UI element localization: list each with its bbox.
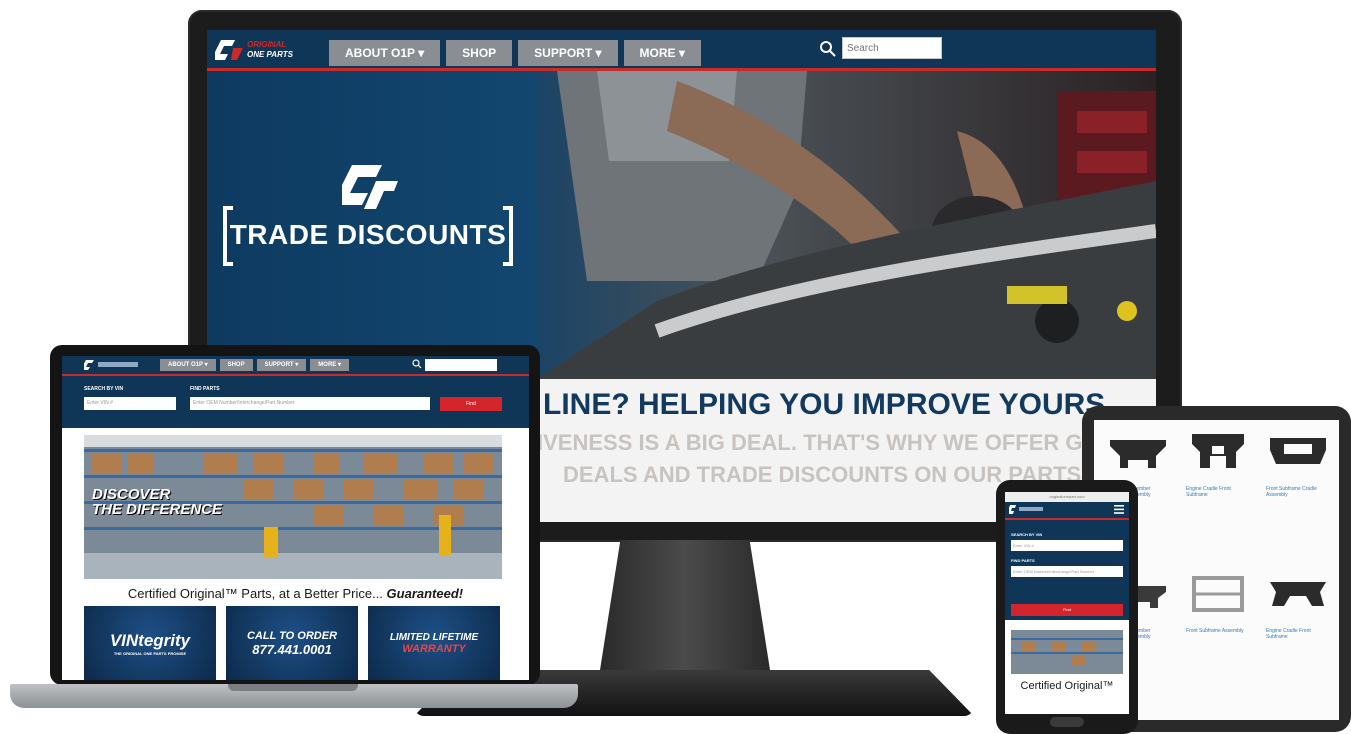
vin-input[interactable]: Enter VIN # <box>1011 540 1123 551</box>
product-link[interactable]: Engine Cradle Front Subframe <box>1266 628 1330 640</box>
discover-banner-text: DISCOVER THE DIFFERENCE <box>92 487 222 517</box>
vin-label: SEARCH BY VIN <box>1011 532 1043 537</box>
phone-home-button[interactable] <box>1050 717 1084 727</box>
hamburger-menu-icon[interactable] <box>1114 505 1124 514</box>
phone-screen: originalonepart.com SEARCH BY VIN Enter … <box>1005 492 1129 714</box>
brand-line2: ONE PARTS <box>247 50 294 59</box>
product-card[interactable]: Front Subframe Assembly <box>1180 566 1256 704</box>
product-link[interactable]: Front Subframe Assembly <box>1186 628 1250 634</box>
certified-emphasis: Guaranteed! <box>386 586 464 601</box>
find-button[interactable]: Find <box>1011 604 1123 616</box>
discover-line1: DISCOVER <box>92 486 171 503</box>
subframe-part-image <box>1192 576 1244 612</box>
monitor-navbar: ORIGINAL ONE PARTS ABOUT O1P ▾ SHOP SUPP… <box>207 30 1156 71</box>
laptop-screen: ABOUT O1P ▾ SHOP SUPPORT ▾ MORE ▾ SEARCH… <box>62 356 529 680</box>
menu-more[interactable]: MORE ▾ <box>623 40 701 66</box>
laptop-notch <box>228 684 358 691</box>
menu-more[interactable]: MORE ▾ <box>310 359 349 371</box>
warranty-sub: WARRANTY <box>402 642 466 655</box>
vintegrity-sub: THE ORIGINAL ONE PARTS PROMISE <box>113 650 187 656</box>
find-parts-input[interactable]: Enter OEM Number/Interchange/Part Number <box>1011 566 1123 577</box>
menu-about[interactable]: ABOUT O1P ▾ <box>329 40 441 66</box>
warranty-card[interactable]: LIMITED LIFETIME WARRANTY <box>368 606 500 680</box>
product-card[interactable]: Engine Cradle Front Subframe <box>1180 424 1256 562</box>
search-icon[interactable] <box>819 40 837 58</box>
phone-navbar <box>1005 502 1129 520</box>
certified-text: Certified Original™ Parts, at a Better P… <box>127 586 383 601</box>
warehouse-thumbnail-image <box>1011 630 1123 674</box>
menu-shop[interactable]: SHOP <box>219 359 253 371</box>
monitor-stand-neck <box>600 540 770 670</box>
subframe-part-image <box>1110 440 1166 468</box>
discover-line2: THE DIFFERENCE <box>92 501 223 518</box>
hero-title: TRADE DISCOUNTS <box>229 219 507 250</box>
find-button[interactable]: Find <box>440 397 502 411</box>
menu-support[interactable]: SUPPORT ▾ <box>518 40 618 66</box>
brand-line1: ORIGINAL <box>247 40 286 49</box>
menu-support[interactable]: SUPPORT ▾ <box>256 359 307 371</box>
product-card[interactable]: Front Subframe Cradle Assembly <box>1260 424 1336 562</box>
hero-banner: TRADE DISCOUNTS <box>207 71 1156 379</box>
vin-input[interactable]: Enter VIN # <box>84 397 176 410</box>
subframe-part-image <box>1192 434 1244 468</box>
laptop-search-input[interactable] <box>425 359 497 371</box>
phone-url-bar[interactable]: originalonepart.com <box>1005 492 1129 502</box>
subframe-part-image <box>1270 438 1326 464</box>
laptop-menu: ABOUT O1P ▾ SHOP SUPPORT ▾ MORE ▾ <box>160 359 349 371</box>
search-icon[interactable] <box>412 359 422 369</box>
find-parts-label: FIND PARTS <box>190 386 220 392</box>
call-to-order-card[interactable]: CALL TO ORDER 877.441.0001 <box>226 606 358 680</box>
find-parts-label: FIND PARTS <box>1011 558 1035 563</box>
o1p-logo-icon[interactable]: ORIGINAL ONE PARTS <box>215 36 325 62</box>
vintegrity-title: VINtegrity <box>109 630 191 650</box>
vin-label: SEARCH BY VIN <box>84 386 124 392</box>
vintegrity-card[interactable]: VINtegrity THE ORIGINAL ONE PARTS PROMIS… <box>84 606 216 680</box>
menu-shop[interactable]: SHOP <box>446 40 513 66</box>
warranty-title: LIMITED LIFETIME <box>389 631 479 643</box>
laptop-navbar: ABOUT O1P ▾ SHOP SUPPORT ▾ MORE ▾ <box>62 356 529 376</box>
monitor-subtitle-line1: IVENESS IS A BIG DEAL. THAT'S WHY WE OFF… <box>537 430 1099 455</box>
o1p-logo-icon[interactable] <box>84 358 140 371</box>
monitor-headline: LINE? HELPING YOU IMPROVE YOURS <box>543 388 1106 421</box>
monitor-menu: ABOUT O1P ▾ SHOP SUPPORT ▾ MORE ▾ <box>329 40 701 66</box>
promo-cards: VINtegrity THE ORIGINAL ONE PARTS PROMIS… <box>84 606 500 680</box>
mechanic-photo <box>537 71 1156 379</box>
menu-about[interactable]: ABOUT O1P ▾ <box>160 359 216 371</box>
call-phone: 877.441.0001 <box>252 641 332 657</box>
product-link[interactable]: Front Subframe Cradle Assembly <box>1266 486 1330 498</box>
subframe-part-image <box>1270 582 1326 606</box>
o1p-logo-icon[interactable] <box>1009 504 1045 515</box>
product-card[interactable]: Engine Cradle Front Subframe <box>1260 566 1336 704</box>
monitor-search-input[interactable] <box>842 37 942 59</box>
certified-tagline: Certified Original™ Parts, at a Better P… <box>62 586 529 601</box>
phone-certified-text: Certified Original™ <box>1020 680 1114 692</box>
find-parts-input[interactable]: Enter OEM Number/Interchange/Part Number <box>190 397 430 410</box>
call-title: CALL TO ORDER <box>246 629 338 642</box>
product-link[interactable]: Engine Cradle Front Subframe <box>1186 486 1250 498</box>
